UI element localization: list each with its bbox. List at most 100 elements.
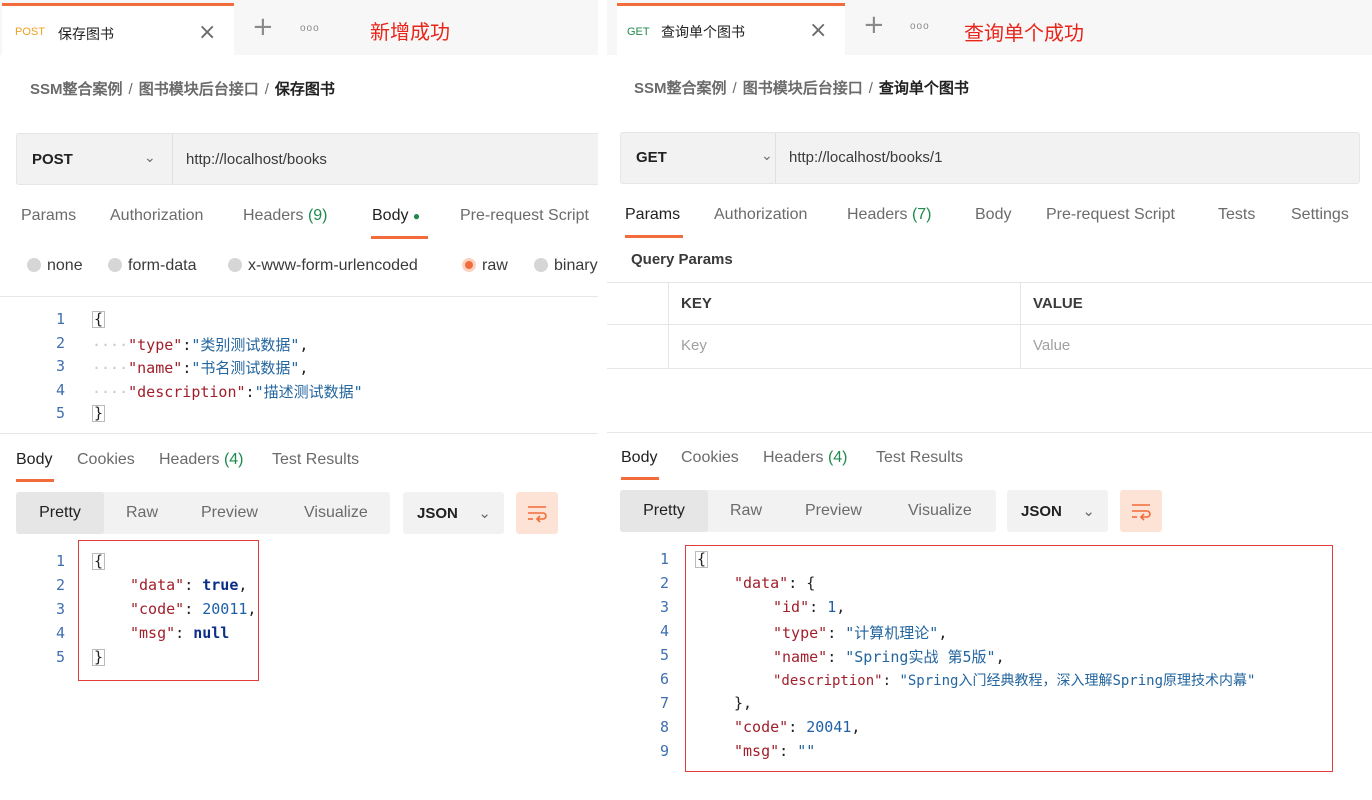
plus-icon[interactable]: + (863, 10, 885, 40)
line-number: 1 (55, 552, 65, 570)
plus-icon[interactable]: + (252, 12, 274, 42)
indent-guide: ···· (92, 383, 129, 401)
tab-params[interactable]: Params (625, 206, 680, 224)
breadcrumb-separator: / (264, 81, 269, 98)
url-divider (172, 134, 173, 184)
json-string: "类别测试数据" (191, 336, 300, 354)
active-tab-underline (371, 236, 428, 239)
response-tab-test-results[interactable]: Test Results (272, 451, 359, 469)
radio-icon (228, 258, 242, 272)
json-key: "type" (128, 336, 183, 354)
response-tab-cookies[interactable]: Cookies (681, 449, 739, 467)
tab-pre-request-script[interactable]: Pre-request Script (460, 207, 589, 225)
url-input[interactable]: http://localhost/books/1 (789, 149, 942, 166)
tab-method: POST (15, 26, 45, 38)
radio-raw[interactable]: raw (462, 257, 508, 275)
response-tabs: Body Cookies Headers (4) Test Results (607, 449, 1372, 480)
json-colon: : (245, 383, 255, 401)
method-select[interactable]: GET (636, 149, 667, 166)
response-tab-test-results[interactable]: Test Results (876, 449, 963, 467)
view-visualize-button[interactable]: Visualize (304, 504, 368, 522)
chevron-down-icon[interactable]: ⌄ (761, 148, 773, 164)
json-string: "书名测试数据" (191, 359, 300, 377)
breadcrumb-separator: / (868, 80, 873, 97)
tab-body[interactable]: Body ● (372, 207, 420, 225)
tab-settings[interactable]: Settings (1291, 206, 1349, 224)
request-tab[interactable]: GET 查询单个图书 × (617, 3, 845, 55)
response-tab-cookies[interactable]: Cookies (77, 451, 135, 469)
breadcrumb-item[interactable]: 图书模块后台接口 (743, 80, 863, 97)
radio-form-data[interactable]: form-data (108, 257, 196, 275)
radio-none[interactable]: none (27, 257, 83, 275)
format-select[interactable]: JSON ⌄ (1007, 490, 1108, 532)
wrap-lines-button[interactable] (1120, 490, 1162, 532)
more-icon[interactable]: ooo (910, 21, 930, 32)
wrap-lines-icon (528, 506, 547, 523)
line-number: 3 (55, 357, 65, 375)
tab-authorization[interactable]: Authorization (110, 207, 203, 225)
line-number: 5 (55, 648, 65, 666)
wrap-lines-button[interactable] (516, 492, 558, 534)
table-header-row: KEY VALUE (607, 283, 1372, 325)
tab-name: 保存图书 (58, 26, 114, 42)
response-tab-body[interactable]: Body (16, 451, 52, 469)
url-bar: GET ⌄ http://localhost/books/1 (620, 132, 1360, 184)
view-pretty-button[interactable]: Pretty (16, 492, 104, 534)
request-body-editor[interactable]: 1 2 3 4 5 { ····"type":"类别测试数据", ····"na… (0, 310, 598, 426)
indent-guide: ···· (92, 336, 129, 354)
view-visualize-button[interactable]: Visualize (908, 502, 972, 520)
active-tab-underline (621, 477, 659, 480)
line-number: 1 (659, 550, 669, 568)
breadcrumb-item[interactable]: SSM整合案例 (634, 80, 727, 97)
request-tab[interactable]: POST 保存图书 × (2, 3, 234, 55)
response-tab-headers[interactable]: Headers (4) (763, 449, 848, 467)
view-preview-button[interactable]: Preview (201, 504, 258, 522)
view-preview-button[interactable]: Preview (805, 502, 862, 520)
tab-authorization[interactable]: Authorization (714, 206, 807, 224)
line-number: 7 (659, 694, 669, 712)
open-brace: { (92, 310, 106, 328)
close-icon[interactable]: × (198, 20, 216, 45)
code-line: } (92, 404, 106, 422)
url-input[interactable]: http://localhost/books (186, 151, 327, 168)
format-select[interactable]: JSON ⌄ (403, 492, 504, 534)
format-label: JSON (1021, 503, 1062, 520)
tab-body[interactable]: Body (975, 206, 1011, 224)
left-request-panel: POST 保存图书 × + ooo 新增成功 SSM整合案例 / 图书模块后台接口 /… (0, 0, 598, 800)
radio-selected-icon (462, 258, 476, 272)
key-input[interactable]: Key (669, 325, 1021, 368)
radio-label: raw (482, 257, 508, 274)
json-comma: , (299, 359, 309, 377)
radio-urlencoded[interactable]: x-www-form-urlencoded (228, 257, 418, 275)
response-tab-headers[interactable]: Headers (4) (159, 451, 244, 469)
response-tab-body[interactable]: Body (621, 449, 657, 467)
close-icon[interactable]: × (809, 18, 827, 43)
breadcrumb-separator: / (732, 80, 737, 97)
query-params-title: Query Params (631, 251, 733, 268)
right-request-panel: GET 查询单个图书 × + ooo 查询单个成功 SSM整合案例 / 图书模块后台… (607, 0, 1372, 800)
tab-headers[interactable]: Headers (9) (243, 207, 328, 225)
tab-headers[interactable]: Headers (7) (847, 206, 932, 224)
chevron-down-icon[interactable]: ⌄ (144, 150, 156, 166)
tab-name: 查询单个图书 (661, 24, 745, 40)
view-raw-button[interactable]: Raw (730, 502, 762, 520)
radio-binary[interactable]: binary (534, 257, 598, 275)
line-number: 4 (55, 381, 65, 399)
close-brace: } (92, 404, 106, 422)
highlight-box (685, 545, 1333, 772)
json-colon: : (182, 336, 192, 354)
breadcrumb-item[interactable]: SSM整合案例 (30, 81, 123, 98)
breadcrumb-item[interactable]: 图书模块后台接口 (139, 81, 259, 98)
tab-bar: GET 查询单个图书 × + ooo 查询单个成功 (607, 0, 1372, 55)
tab-tests[interactable]: Tests (1218, 206, 1255, 224)
line-number: 3 (55, 600, 65, 618)
tab-params[interactable]: Params (21, 207, 76, 225)
line-number: 1 (55, 310, 65, 328)
more-icon[interactable]: ooo (300, 23, 320, 34)
tab-pre-request-script[interactable]: Pre-request Script (1046, 206, 1175, 224)
view-raw-button[interactable]: Raw (126, 504, 158, 522)
value-input[interactable]: Value (1021, 325, 1372, 368)
method-select[interactable]: POST (32, 151, 73, 168)
view-pretty-button[interactable]: Pretty (620, 490, 708, 532)
wrap-lines-icon (1132, 504, 1151, 521)
